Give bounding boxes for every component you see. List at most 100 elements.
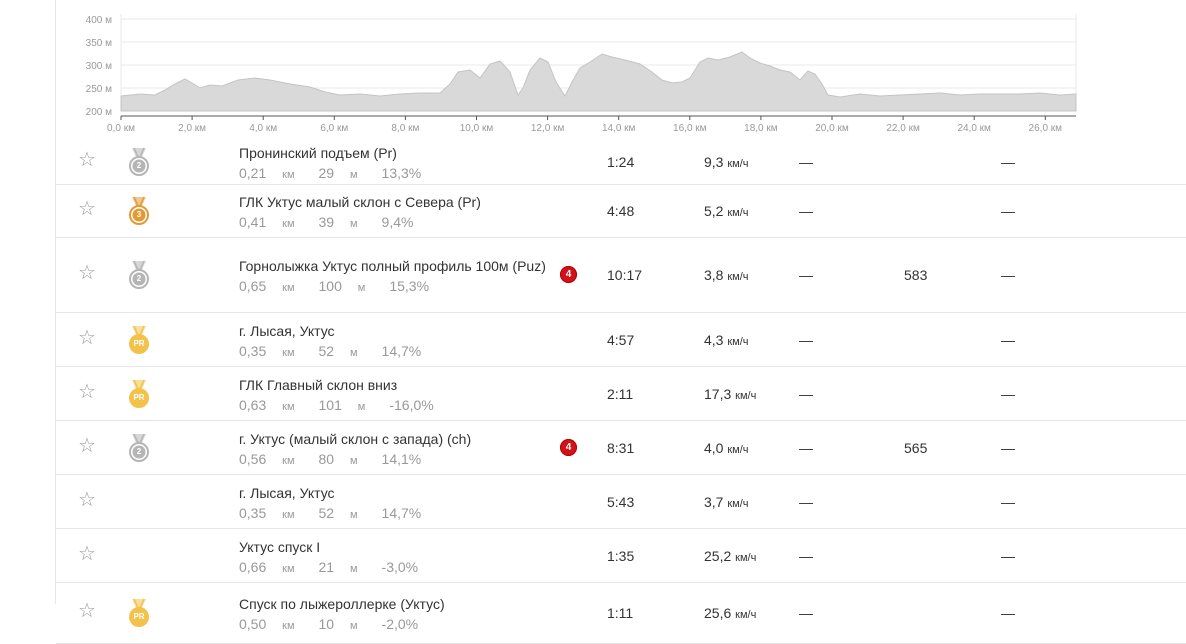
segment-grade: -2,0%: [381, 616, 419, 632]
kom-rank-badge: 4: [560, 438, 577, 456]
segment-name-link[interactable]: Пронинский подъем (Pr): [239, 143, 569, 163]
segment-distance: 0,35 км: [239, 343, 307, 359]
segment-speed-value: 25,2: [704, 547, 732, 564]
elevation-x-tick-label: 0,0 км: [107, 123, 135, 134]
star-outline-icon[interactable]: ☆: [78, 199, 96, 219]
medal-rank-label: 3: [136, 210, 142, 219]
star-outline-icon[interactable]: ☆: [78, 601, 96, 621]
segment-speed: 4,0 км/ч: [704, 440, 749, 456]
achievement-medal-icon: 2: [128, 260, 150, 290]
elevation-y-tick-label: 200 м: [86, 107, 112, 118]
segment-speed-unit: км/ч: [727, 443, 749, 456]
segment-hr-value: —: [799, 605, 813, 621]
segment-name-link[interactable]: Уктус спуск I: [239, 537, 569, 557]
segment-distance: 0,66 км: [239, 559, 307, 575]
segment-row[interactable]: ☆ PR ГЛК Главный склон вниз 0,63 км 101 м -16…: [56, 367, 1186, 421]
star-outline-icon[interactable]: ☆: [78, 263, 96, 283]
segment-elevation: 52 м: [319, 343, 370, 359]
segment-time: 1:35: [607, 547, 635, 564]
segment-speed: 4,3 км/ч: [704, 332, 749, 348]
segment-elevation: 100 м: [319, 278, 378, 294]
star-outline-icon[interactable]: ☆: [78, 382, 96, 402]
segment-grade: 14,7%: [381, 504, 422, 521]
segment-name-link[interactable]: г. Уктус (малый склон с запада) (ch): [239, 429, 569, 449]
segment-elevation: 80 м: [319, 451, 370, 467]
segment-rank-value: 583: [904, 267, 928, 283]
segment-distance: 0,21 км: [239, 165, 307, 181]
segment-elevation-unit: м: [349, 562, 358, 575]
segment-hr-value: —: [799, 154, 813, 170]
star-outline-icon[interactable]: ☆: [78, 436, 96, 456]
segment-speed-value: 17,3: [704, 385, 732, 402]
segment-power-value: —: [1001, 493, 1015, 510]
segment-name-link[interactable]: Спуск по лыжероллерке (Уктус): [239, 594, 569, 614]
segment-elevation-unit: м: [349, 508, 358, 521]
segment-row[interactable]: ☆ PR Спуск по лыжероллерке (Уктус) 0,50 км 1…: [56, 583, 1186, 644]
segment-speed-value: 25,6: [704, 605, 732, 621]
segment-row[interactable]: ☆ 2 Горнолыжка Уктус полный профиль 100м (…: [56, 238, 1186, 313]
segment-row[interactable]: ☆ PR г. Лысая, Уктус 0,35 км 52 м 14,7% 4:57 4,…: [56, 313, 1186, 367]
segment-name-link[interactable]: ГЛК Уктус малый склон с Севера (Pr): [239, 192, 569, 212]
elevation-x-axis: 0,0 км 2,0 км 4,0 км 6,0 км 8,0 км 10,0 км 12,…: [107, 123, 1062, 134]
elevation-x-tick-label: 10,0 км: [460, 123, 494, 134]
segment-info: Спуск по лыжероллерке (Уктус) 0,50 км 10 м…: [239, 594, 569, 636]
segment-distance-unit: км: [282, 508, 295, 521]
segment-stats: 0,35 км 52 м 14,7%: [239, 341, 569, 363]
segment-distance-unit: км: [282, 218, 295, 230]
star-outline-icon[interactable]: ☆: [78, 328, 96, 348]
segment-stats: 0,35 км 52 м 14,7%: [239, 503, 569, 525]
segment-grade: -16,0%: [389, 396, 434, 413]
segment-speed: 17,3 км/ч: [704, 386, 756, 402]
segment-row[interactable]: ☆ г. Лысая, Уктус 0,35 км 52 м 14,7% 5:43 3,7 …: [56, 475, 1186, 529]
segment-row[interactable]: ☆ Уктус спуск I 0,66 км 21 м -3,0% 1:35 25,2 к…: [56, 529, 1186, 583]
star-outline-icon[interactable]: ☆: [78, 544, 96, 564]
segment-hr-value: —: [799, 267, 813, 283]
star-outline-icon[interactable]: ☆: [78, 490, 96, 510]
achievement-medal-icon: PR: [128, 379, 150, 409]
elevation-x-tick-label: 8,0 км: [391, 123, 419, 134]
elevation-y-tick-label: 250 м: [86, 84, 112, 95]
segment-distance-unit: км: [282, 454, 295, 467]
segment-distance-value: 0,35: [239, 342, 267, 359]
medal-rank-label: PR: [133, 612, 145, 621]
segment-distance: 0,41 км: [239, 214, 307, 230]
segment-speed-unit: км/ч: [727, 335, 749, 348]
segment-power-value: —: [1001, 267, 1015, 283]
segment-distance-value: 0,21: [239, 165, 267, 181]
elevation-x-tick-label: 20,0 км: [815, 123, 849, 134]
elevation-x-tick-label: 26,0 км: [1029, 123, 1063, 134]
segment-elevation-unit: м: [349, 169, 358, 181]
segment-speed-unit: км/ч: [735, 551, 757, 564]
segment-info: г. Лысая, Уктус 0,35 км 52 м 14,7%: [239, 321, 569, 363]
segment-stats: 0,65 км 100 м 15,3%: [239, 276, 569, 298]
segment-name-link[interactable]: ГЛК Главный склон вниз: [239, 375, 569, 395]
segment-distance: 0,65 км: [239, 278, 307, 294]
achievement-medal-icon: 2: [128, 433, 150, 463]
segment-name-link[interactable]: Горнолыжка Уктус полный профиль 100м (Pu…: [239, 256, 569, 276]
segment-distance-value: 0,65: [239, 278, 267, 294]
segment-name-link[interactable]: г. Лысая, Уктус: [239, 321, 569, 341]
star-outline-icon[interactable]: ☆: [78, 150, 96, 170]
segment-speed-unit: км/ч: [727, 158, 749, 170]
segment-distance-unit: км: [282, 282, 295, 294]
segment-speed-value: 3,8: [704, 267, 724, 283]
segment-power-value: —: [1001, 547, 1015, 564]
segment-grade: 14,7%: [381, 342, 422, 359]
segment-row[interactable]: ☆ 3 ГЛК Уктус малый склон с Севера (Pr) 0,4…: [56, 185, 1186, 238]
segment-speed-unit: км/ч: [727, 271, 749, 283]
segment-name-link[interactable]: г. Лысая, Уктус: [239, 483, 569, 503]
segment-elevation-unit: м: [349, 218, 358, 230]
segment-row[interactable]: ☆ 2 г. Уктус (малый склон с запада) (ch) 0,…: [56, 421, 1186, 475]
segment-grade: 14,1%: [381, 450, 422, 467]
segment-speed-value: 3,7: [704, 493, 724, 510]
segment-row[interactable]: ☆ 2 Пронинский подъем (Pr) 0,21 км 29 м 13,3%…: [56, 140, 1186, 185]
segment-time: 1:11: [607, 605, 634, 621]
segment-elevation: 39 м: [319, 214, 370, 230]
segment-hr-value: —: [799, 493, 813, 510]
elevation-x-tick-label: 6,0 км: [320, 123, 348, 134]
elevation-x-tick-label: 18,0 км: [744, 123, 778, 134]
segment-grade: 13,3%: [381, 165, 422, 181]
segment-speed-unit: км/ч: [727, 497, 749, 510]
segment-speed: 25,6 км/ч: [704, 605, 756, 621]
segment-speed: 9,3 км/ч: [704, 154, 749, 170]
